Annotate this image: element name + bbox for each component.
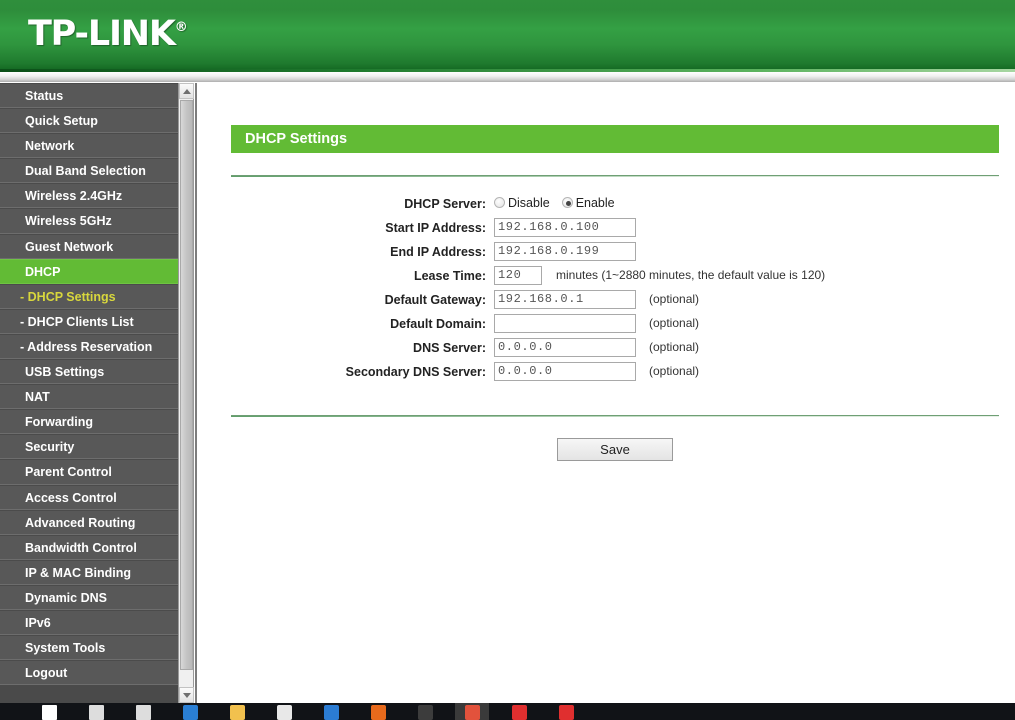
taskbar-task-view-icon[interactable] [136,705,151,720]
end-ip-input[interactable] [494,241,636,261]
taskbar-windows-start-icon[interactable] [42,705,57,720]
dns-server-label: DNS Server: [413,341,486,355]
taskbar-chrome-icon[interactable] [465,705,480,720]
start-ip-label: Start IP Address: [385,221,486,235]
sidebar-item-dhcp-settings[interactable]: - DHCP Settings [0,283,178,309]
taskbar-file-explorer-icon[interactable] [230,705,245,720]
windows-taskbar [0,703,1015,720]
field-row-dhcp-server: DHCP Server: Disable Enable [197,193,1015,217]
header-separator [0,72,1015,82]
dhcp-settings-form: DHCP Server: Disable Enable Start IP Addr… [197,193,1015,385]
default-domain-control: (optional) [494,313,699,333]
dns-server-input[interactable] [494,337,636,357]
taskbar-edge-browser-icon[interactable] [183,705,198,720]
default-gateway-label: Default Gateway: [384,293,486,307]
taskbar-youtube-icon-2[interactable] [559,705,574,720]
scroll-down-arrow-icon[interactable] [179,687,194,703]
default-domain-label: Default Domain: [390,317,486,331]
field-row-start-ip: Start IP Address: [197,217,1015,241]
sidebar-item-forwarding[interactable]: Forwarding [0,409,178,435]
brand-header: TP-LINK® [0,0,1015,72]
radio-disable-label[interactable]: Disable [508,196,550,210]
sidebar-item-system-tools[interactable]: System Tools [0,635,178,661]
sidebar-item-address-reservation[interactable]: - Address Reservation [0,333,178,360]
dhcp-server-label: DHCP Server: [404,197,486,211]
taskbar-firefox-icon[interactable] [371,705,386,720]
sidebar-item-dhcp[interactable]: DHCP [0,258,178,284]
save-button[interactable]: Save [557,438,673,461]
taskbar-terminal-icon[interactable] [418,705,433,720]
sidebar-item-guest-network[interactable]: Guest Network [0,233,178,259]
sidebar-item-dual-band-selection[interactable]: Dual Band Selection [0,158,178,184]
default-gateway-hint: (optional) [649,292,700,306]
radio-disable-icon[interactable] [494,197,505,208]
divider-top [231,175,999,177]
sidebar-item-usb-settings[interactable]: USB Settings [0,359,178,385]
lease-time-control: minutes (1~2880 minutes, the default val… [494,265,825,285]
tp-link-logo: TP-LINK® [28,14,188,54]
default-domain-hint: (optional) [649,316,700,330]
dhcp-server-control: Disable Enable [494,193,627,214]
end-ip-control [494,241,636,261]
sidebar-item-nat[interactable]: NAT [0,384,178,410]
trademark-symbol: ® [174,20,188,35]
sidebar-item-advanced-routing[interactable]: Advanced Routing [0,509,178,535]
sidebar-item-dhcp-clients-list[interactable]: - DHCP Clients List [0,308,178,334]
scrollbar-thumb[interactable] [180,100,193,670]
sidebar-item-ip-mac-binding[interactable]: IP & MAC Binding [0,559,178,585]
page-title: DHCP Settings [231,125,999,153]
start-ip-input[interactable] [494,217,636,237]
field-row-secondary-dns: Secondary DNS Server: (optional) [197,361,1015,385]
default-gateway-input[interactable] [494,289,636,309]
taskbar-youtube-icon[interactable] [512,705,527,720]
sidebar-item-ipv6[interactable]: IPv6 [0,609,178,636]
field-row-default-domain: Default Domain: (optional) [197,313,1015,337]
lease-time-input[interactable] [494,265,542,285]
taskbar-search-icon[interactable] [89,705,104,720]
dns-server-hint: (optional) [649,340,700,354]
dhcp-server-radio-group[interactable]: Disable Enable [494,196,627,210]
sidebar-item-network[interactable]: Network [0,133,178,159]
navigation-sidebar: Status Quick Setup Network Dual Band Select… [0,83,178,703]
default-gateway-control: (optional) [494,289,699,309]
sidebar-item-quick-setup[interactable]: Quick Setup [0,108,178,134]
secondary-dns-input[interactable] [494,361,636,381]
sidebar-item-access-control[interactable]: Access Control [0,484,178,510]
router-admin-page: TP-LINK® Status Quick Setup Network Dual Ba… [0,0,1015,720]
field-row-lease-time: Lease Time: minutes (1~2880 minutes, the… [197,265,1015,289]
sidebar-item-logout[interactable]: Logout [0,660,178,686]
field-row-end-ip: End IP Address: [197,241,1015,265]
sidebar-item-dynamic-dns[interactable]: Dynamic DNS [0,584,178,610]
default-domain-input[interactable] [494,313,636,333]
taskbar-microsoft-store-icon[interactable] [277,705,292,720]
field-row-default-gateway: Default Gateway: (optional) [197,289,1015,313]
secondary-dns-hint: (optional) [649,364,700,378]
sidebar-scrollbar[interactable] [178,83,194,703]
brand-name: TP-LINK [28,14,176,54]
sidebar-item-security[interactable]: Security [0,434,178,460]
secondary-dns-control: (optional) [494,361,699,381]
radio-enable-label[interactable]: Enable [576,196,615,210]
main-content: DHCP Settings DHCP Server: Disable Enable… [197,83,1015,703]
field-row-dns-server: DNS Server: (optional) [197,337,1015,361]
lease-time-label: Lease Time: [413,269,486,283]
sidebar-item-wireless-5ghz[interactable]: Wireless 5GHz [0,208,178,234]
end-ip-label: End IP Address: [390,245,486,259]
sidebar-item-wireless-2-4ghz[interactable]: Wireless 2.4GHz [0,183,178,209]
secondary-dns-label: Secondary DNS Server: [345,365,486,379]
divider-bottom [231,415,999,417]
start-ip-control [494,217,636,237]
sidebar-item-bandwidth-control[interactable]: Bandwidth Control [0,534,178,560]
dns-server-control: (optional) [494,337,699,357]
radio-enable-icon[interactable] [561,197,573,208]
lease-time-hint: minutes (1~2880 minutes, the default val… [556,268,826,282]
sidebar-item-status[interactable]: Status [0,83,178,109]
scroll-up-arrow-icon[interactable] [179,83,194,99]
sidebar-item-parent-control[interactable]: Parent Control [0,459,178,485]
taskbar-office-icon[interactable] [324,705,339,720]
